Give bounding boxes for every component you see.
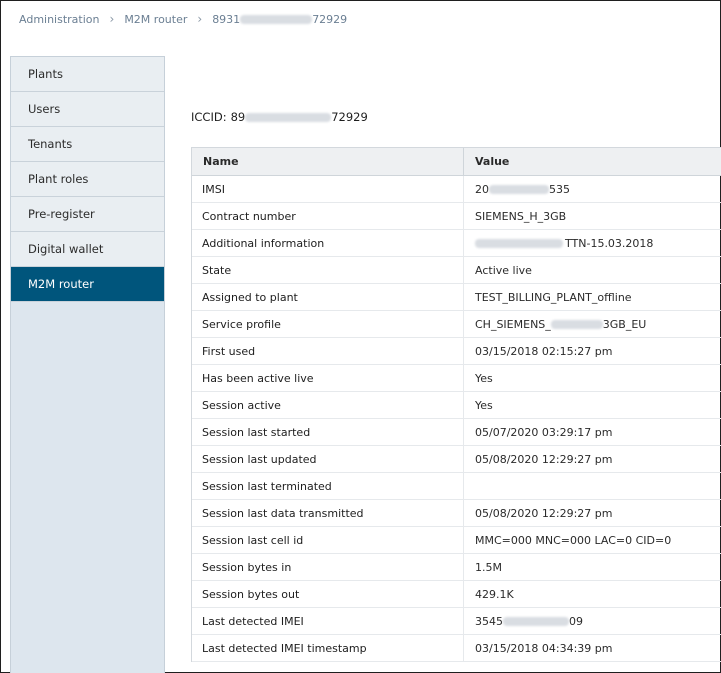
sidebar-item-label: Tenants bbox=[28, 137, 73, 151]
table-row: Session bytes out 429.1K bbox=[192, 581, 721, 608]
row-name: Session last terminated bbox=[192, 473, 464, 499]
row-value: 05/08/2020 12:29:27 pm bbox=[475, 506, 613, 520]
column-header-name[interactable]: Name bbox=[192, 148, 464, 175]
table-row: Session last started 05/07/2020 03:29:17… bbox=[192, 419, 721, 446]
sidebar-item-plants[interactable]: Plants bbox=[11, 57, 164, 92]
row-value: Active live bbox=[475, 263, 532, 277]
row-value-prefix: 20 bbox=[475, 182, 489, 196]
row-value-suffix: TTN-15.03.2018 bbox=[565, 236, 654, 250]
table-row: Assigned to plant TEST_BILLING_PLANT_off… bbox=[192, 284, 721, 311]
sidebar-item-label: Plants bbox=[28, 67, 63, 81]
row-name: Session bytes out bbox=[192, 581, 464, 607]
row-value: CH_SIEMENS_ 3GB_EU bbox=[464, 311, 721, 337]
details-table: Name Value IMSI 20 535 Contract number SI… bbox=[191, 147, 721, 662]
breadcrumb: Administration › M2M router › 8931 72929 bbox=[19, 11, 347, 27]
sidebar-item-plant-roles[interactable]: Plant roles bbox=[11, 162, 164, 197]
row-value-prefix: 3545 bbox=[475, 614, 503, 628]
row-value-suffix: 09 bbox=[569, 614, 583, 628]
table-row: State Active live bbox=[192, 257, 721, 284]
table-row: Session last data transmitted 05/08/2020… bbox=[192, 500, 721, 527]
sidebar: Plants Users Tenants Plant roles Pre-reg… bbox=[10, 56, 165, 673]
breadcrumb-current-prefix: 8931 bbox=[212, 12, 241, 26]
table-row: Session last updated 05/08/2020 12:29:27… bbox=[192, 446, 721, 473]
row-value-prefix: CH_SIEMENS_ bbox=[475, 317, 551, 331]
row-value: TTN-15.03.2018 bbox=[464, 230, 721, 256]
row-value-suffix: 3GB_EU bbox=[602, 317, 647, 331]
row-value: 20 535 bbox=[464, 176, 721, 202]
row-name: Session last started bbox=[192, 419, 464, 445]
iccid-line: ICCID: 89 72929 bbox=[191, 110, 368, 124]
row-value: 429.1K bbox=[475, 587, 514, 601]
row-value: 05/08/2020 12:29:27 pm bbox=[475, 452, 613, 466]
row-name: Session active bbox=[192, 392, 464, 418]
row-name: Last detected IMEI bbox=[192, 608, 464, 634]
table-row: Session active Yes bbox=[192, 392, 721, 419]
row-name: Has been active live bbox=[192, 365, 464, 391]
row-value: 1.5M bbox=[475, 560, 502, 574]
row-value: TEST_BILLING_PLANT_offline bbox=[475, 290, 632, 304]
redacted-block bbox=[489, 184, 549, 194]
sidebar-item-pre-register[interactable]: Pre-register bbox=[11, 197, 164, 232]
row-value: 05/07/2020 03:29:17 pm bbox=[475, 425, 613, 439]
table-row: First used 03/15/2018 02:15:27 pm bbox=[192, 338, 721, 365]
table-row: Session bytes in 1.5M bbox=[192, 554, 721, 581]
row-name: Assigned to plant bbox=[192, 284, 464, 310]
row-name: First used bbox=[192, 338, 464, 364]
column-header-value[interactable]: Value bbox=[464, 148, 721, 175]
row-name: Session last updated bbox=[192, 446, 464, 472]
redacted-block bbox=[550, 319, 603, 329]
row-name: Session last data transmitted bbox=[192, 500, 464, 526]
chevron-right-icon: › bbox=[109, 12, 115, 26]
sidebar-item-label: Users bbox=[28, 102, 61, 116]
breadcrumb-current-suffix: 72929 bbox=[312, 12, 348, 26]
breadcrumb-m2m-router[interactable]: M2M router bbox=[124, 13, 187, 26]
sidebar-item-label: Pre-register bbox=[28, 207, 95, 221]
row-value: SIEMENS_H_3GB bbox=[475, 209, 567, 223]
iccid-label: ICCID: bbox=[191, 110, 227, 124]
sidebar-item-digital-wallet[interactable]: Digital wallet bbox=[11, 232, 164, 267]
sidebar-item-tenants[interactable]: Tenants bbox=[11, 127, 164, 162]
row-name: State bbox=[192, 257, 464, 283]
iccid-suffix: 72929 bbox=[331, 110, 368, 124]
table-row: Additional information TTN-15.03.2018 bbox=[192, 230, 721, 257]
sidebar-item-label: Digital wallet bbox=[28, 242, 104, 256]
row-value: MMC=000 MNC=000 LAC=0 CID=0 bbox=[475, 533, 672, 547]
table-row: Last detected IMEI 3545 09 bbox=[192, 608, 721, 635]
redacted-block bbox=[475, 238, 563, 248]
breadcrumb-administration[interactable]: Administration bbox=[19, 13, 100, 26]
sidebar-item-label: M2M router bbox=[28, 277, 94, 291]
sidebar-item-m2m-router[interactable]: M2M router bbox=[11, 267, 164, 302]
row-name: Contract number bbox=[192, 203, 464, 229]
iccid-prefix: 89 bbox=[230, 110, 246, 124]
redacted-block bbox=[503, 616, 569, 626]
table-row: Contract number SIEMENS_H_3GB bbox=[192, 203, 721, 230]
row-value: Yes bbox=[475, 371, 493, 385]
table-row: Session last cell id MMC=000 MNC=000 LAC… bbox=[192, 527, 721, 554]
redacted-block bbox=[245, 113, 332, 122]
row-name: Session last cell id bbox=[192, 527, 464, 553]
table-header: Name Value bbox=[192, 148, 721, 176]
row-value: 03/15/2018 04:34:39 pm bbox=[475, 641, 613, 655]
chevron-right-icon: › bbox=[197, 12, 203, 26]
row-value: 03/15/2018 02:15:27 pm bbox=[475, 344, 613, 358]
table-row: Has been active live Yes bbox=[192, 365, 721, 392]
row-name: Session bytes in bbox=[192, 554, 464, 580]
row-value: 3545 09 bbox=[464, 608, 721, 634]
row-value: Yes bbox=[475, 398, 493, 412]
sidebar-item-label: Plant roles bbox=[28, 172, 89, 186]
row-name: Additional information bbox=[192, 230, 464, 256]
table-row: Session last terminated bbox=[192, 473, 721, 500]
row-name: Last detected IMEI timestamp bbox=[192, 635, 464, 661]
row-name: Service profile bbox=[192, 311, 464, 337]
sidebar-item-users[interactable]: Users bbox=[11, 92, 164, 127]
table-row: Last detected IMEI timestamp 03/15/2018 … bbox=[192, 635, 721, 662]
row-value-suffix: 535 bbox=[549, 182, 570, 196]
row-value bbox=[464, 473, 721, 499]
breadcrumb-current: 8931 72929 bbox=[212, 13, 347, 26]
table-row: IMSI 20 535 bbox=[192, 176, 721, 203]
row-name: IMSI bbox=[192, 176, 464, 202]
redacted-block bbox=[240, 15, 313, 24]
table-row: Service profile CH_SIEMENS_ 3GB_EU bbox=[192, 311, 721, 338]
